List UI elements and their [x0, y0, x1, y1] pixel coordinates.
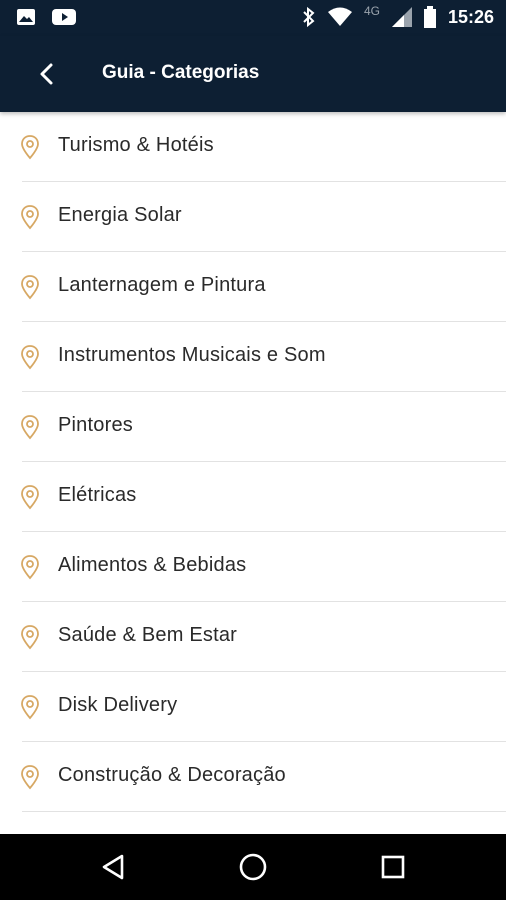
category-label: Pintores — [58, 414, 133, 436]
bluetooth-icon — [303, 6, 315, 28]
category-item[interactable]: Elétricas — [0, 462, 506, 532]
category-item[interactable]: Turismo & Hotéis — [0, 112, 506, 182]
nav-home-button[interactable] — [236, 850, 270, 884]
category-label: Saúde & Bem Estar — [58, 624, 238, 646]
home-circle-icon — [239, 853, 267, 881]
youtube-icon — [52, 9, 76, 25]
location-pin-icon — [21, 345, 39, 370]
signal-icon — [391, 7, 412, 27]
location-pin-icon — [21, 135, 39, 160]
category-item[interactable]: Alimentos & Bebidas — [0, 532, 506, 602]
location-pin-icon — [21, 625, 39, 650]
category-item[interactable]: Instrumentos Musicais e Som — [0, 322, 506, 392]
category-label: Turismo & Hotéis — [58, 134, 214, 156]
category-item[interactable]: Energia Solar — [0, 182, 506, 252]
status-bar: 4G 15:26 — [0, 0, 506, 36]
category-label: Instrumentos Musicais e Som — [58, 344, 326, 366]
location-pin-icon — [21, 415, 39, 440]
location-pin-icon — [21, 205, 39, 230]
category-label: Energia Solar — [58, 204, 182, 226]
divider — [22, 811, 506, 812]
category-list: Turismo & Hotéis Energia Solar Lanternag… — [0, 112, 506, 834]
wifi-icon — [327, 7, 352, 26]
network-type: 4G — [363, 4, 380, 18]
navigation-bar — [0, 834, 506, 900]
category-label: Construção & Decoração — [58, 764, 286, 786]
nav-recents-button[interactable] — [376, 850, 410, 884]
page-title: Guia - Categorias — [102, 62, 260, 83]
back-triangle-icon — [102, 854, 124, 880]
category-label: Disk Delivery — [58, 694, 178, 716]
recents-square-icon — [381, 855, 405, 879]
nav-back-button[interactable] — [96, 850, 130, 884]
location-pin-icon — [21, 275, 39, 300]
category-item[interactable]: Disk Delivery — [0, 672, 506, 742]
clock: 15:26 — [447, 6, 494, 27]
location-pin-icon — [21, 695, 39, 720]
app-bar: Guia - Categorias — [0, 36, 506, 112]
location-pin-icon — [21, 765, 39, 790]
category-label: Alimentos & Bebidas — [58, 554, 247, 576]
location-pin-icon — [21, 555, 39, 580]
category-item[interactable]: Pintores — [0, 392, 506, 462]
category-label: Lanternagem e Pintura — [58, 274, 266, 296]
category-item[interactable]: Saúde & Bem Estar — [0, 602, 506, 672]
category-item[interactable]: Construção & Decoração — [0, 742, 506, 812]
battery-icon — [423, 6, 436, 28]
category-item[interactable]: Lanternagem e Pintura — [0, 252, 506, 322]
category-label: Elétricas — [58, 484, 137, 506]
location-pin-icon — [21, 485, 39, 510]
image-icon — [17, 9, 35, 25]
back-button[interactable] — [32, 60, 60, 88]
chevron-left-icon — [40, 63, 53, 85]
